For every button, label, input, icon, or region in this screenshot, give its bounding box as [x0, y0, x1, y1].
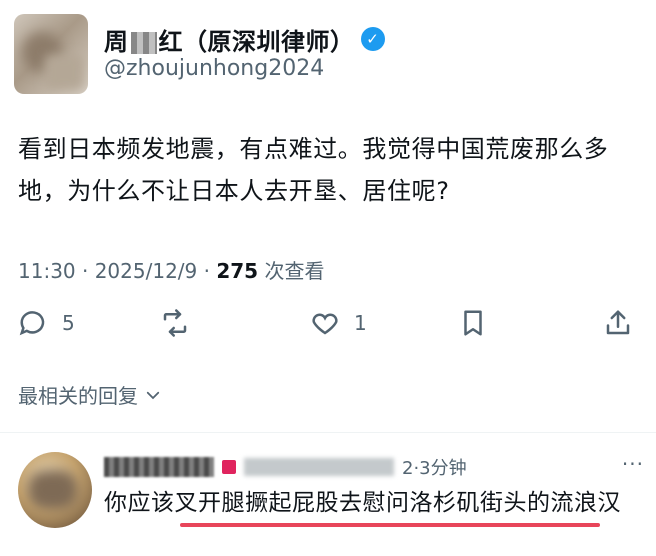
tweet-time[interactable]: 11:30 · 2025/12/9 ·	[18, 259, 216, 283]
reply-button[interactable]: 5	[18, 308, 75, 338]
divider	[0, 432, 656, 433]
tweet-meta: 11:30 · 2025/12/9 · 275 次查看	[18, 255, 324, 284]
author-name-row: 周红（原深圳律师） ✓	[104, 22, 385, 56]
display-name-suffix: 红（原深圳律师）	[158, 27, 355, 56]
reply-text: 你应该叉开腿撅起屁股去慰问洛杉矶街头的流浪汉	[104, 490, 621, 516]
author-avatar[interactable]	[14, 14, 88, 94]
like-button[interactable]: 1	[310, 308, 367, 338]
author-handle[interactable]: @zhoujunhong2024	[104, 56, 324, 81]
reply-header: 2·3分钟 ···	[104, 452, 644, 482]
reply-sort-selector[interactable]: 最相关的回复	[18, 380, 162, 409]
bookmark-icon	[464, 310, 482, 336]
chevron-down-icon	[146, 391, 160, 399]
reply-icon	[19, 311, 45, 336]
display-name-prefix: 周	[104, 27, 129, 56]
tweet-actions: 5 1	[18, 308, 638, 348]
share-button[interactable]	[603, 308, 633, 338]
avatar-blur	[28, 470, 78, 510]
verified-check-icon: ✓	[360, 27, 385, 51]
flag-icon	[222, 460, 236, 474]
red-underline-annotation	[180, 523, 600, 527]
retweet-icon	[163, 309, 187, 337]
name-mosaic	[130, 31, 157, 54]
like-count: 1	[354, 311, 367, 335]
tweet-text: 看到日本频发地震，有点难过。我觉得中国荒废那么多地，为什么不让日本人去开垦、居住…	[18, 128, 643, 212]
author-display-name[interactable]: 周红（原深圳律师）	[104, 22, 355, 57]
share-icon	[606, 310, 630, 335]
reply-name-blurred[interactable]	[104, 457, 214, 477]
reply-handle-blurred[interactable]	[244, 458, 394, 476]
more-options-icon[interactable]: ···	[622, 452, 644, 476]
reply-avatar[interactable]	[18, 452, 92, 528]
reply-timestamp[interactable]: 2·3分钟	[402, 454, 467, 480]
reply-count: 5	[62, 311, 75, 335]
retweet-button[interactable]	[160, 308, 204, 338]
views-count: 275	[216, 259, 259, 283]
views-label: 次查看	[258, 259, 325, 283]
tweet-body: 看到日本频发地震，有点难过。我觉得中国荒废那么多地，为什么不让日本人去开垦、居住…	[18, 135, 609, 205]
reply-sort-label: 最相关的回复	[18, 384, 138, 408]
avatar-blur	[44, 54, 84, 90]
bookmark-button[interactable]	[458, 308, 488, 338]
heart-icon	[312, 313, 338, 335]
